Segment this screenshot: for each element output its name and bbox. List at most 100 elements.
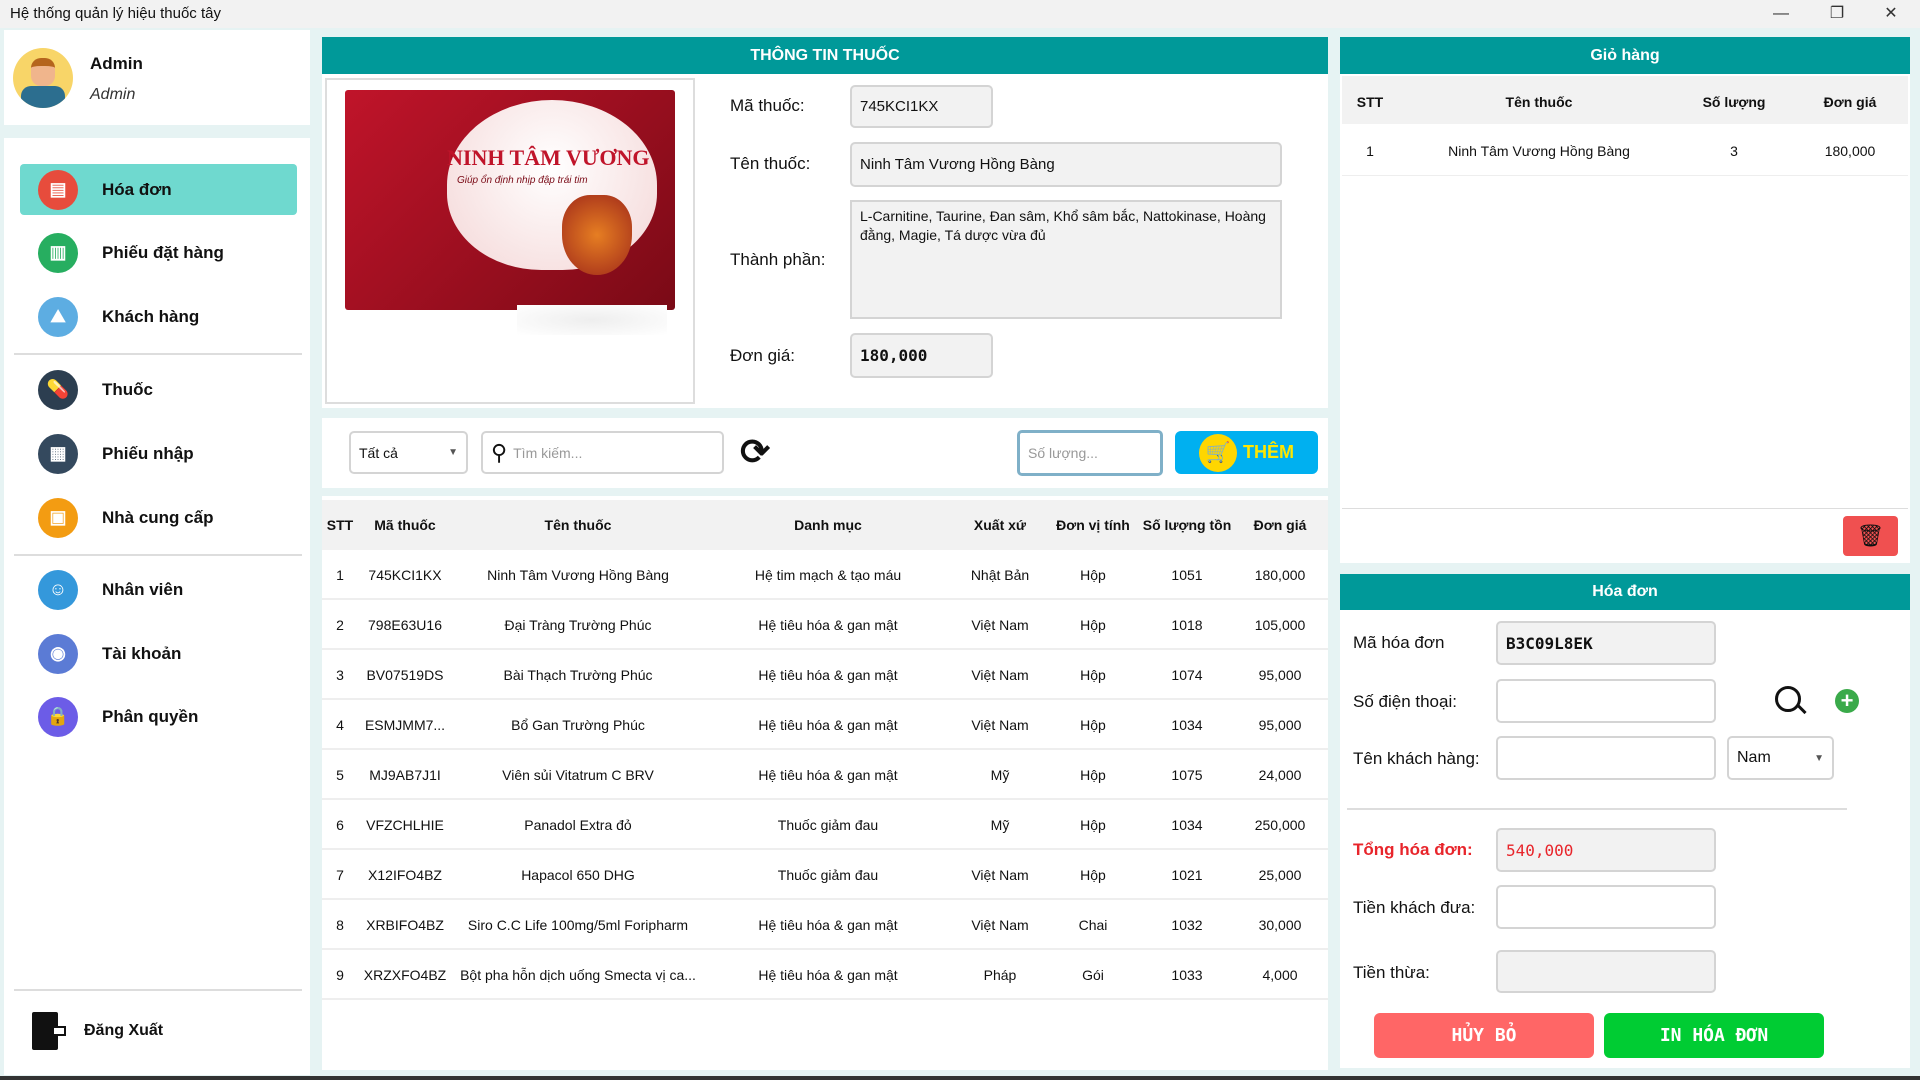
logout-button[interactable]: Đăng Xuất: [32, 1012, 163, 1050]
avatar: [13, 48, 73, 108]
table-cell: 25,000: [1258, 867, 1302, 883]
table-cell: Ninh Tâm Vương Hồng Bàng: [487, 567, 669, 583]
sidebar-item-label: Khách hàng: [102, 306, 200, 326]
sidebar-item[interactable]: 💊 Thuốc: [20, 364, 297, 415]
change-field[interactable]: [1496, 950, 1716, 993]
table-cell: Hộp: [1080, 817, 1106, 833]
user-name: Admin: [90, 54, 143, 73]
sidebar-item-label: Hóa đơn: [102, 179, 172, 199]
chevron-down-icon: ▼: [448, 447, 458, 458]
table-cell: Chai: [1078, 917, 1108, 933]
sidebar-item[interactable]: ⛰ Khách hàng: [20, 291, 297, 342]
table-cell: 1033: [1171, 967, 1203, 983]
phone-input[interactable]: [1496, 679, 1716, 723]
column-header[interactable]: Danh mục: [794, 517, 862, 533]
search-customer-icon[interactable]: [1775, 686, 1807, 715]
table-cell: 4: [336, 717, 344, 733]
invoice-header: Hóa đơn: [1340, 574, 1910, 610]
cart-column-header[interactable]: Đơn giá: [1824, 94, 1877, 110]
import-form-icon: ▦: [38, 433, 78, 474]
logout-icon: [32, 1012, 66, 1050]
table-cell: Việt Nam: [971, 667, 1029, 683]
column-header[interactable]: Đơn giá: [1254, 517, 1307, 533]
refresh-icon[interactable]: ⟳: [740, 432, 770, 472]
sidebar-item[interactable]: 🔒 Phân quyền: [20, 691, 297, 742]
sidebar-item[interactable]: ▥ Phiếu đặt hàng: [20, 227, 297, 278]
add-customer-icon[interactable]: +: [1835, 689, 1859, 713]
table-cell: MJ9AB7J1I: [369, 767, 441, 783]
drug-info-header: THÔNG TIN THUỐC: [322, 37, 1328, 74]
cart-column-header[interactable]: Tên thuốc: [1506, 94, 1573, 110]
drug-name-field[interactable]: Ninh Tâm Vương Hồng Bàng: [850, 142, 1282, 187]
sidebar-item[interactable]: ☺ Nhân viên: [20, 564, 297, 615]
table-cell: 1051: [1171, 567, 1203, 583]
table-cell: Nhật Bản: [970, 567, 1030, 583]
column-header[interactable]: Số lượng tồn: [1143, 517, 1232, 533]
table-cell: Hộp: [1080, 667, 1106, 683]
sidebar-item[interactable]: ◉ Tài khoản: [20, 628, 297, 679]
drug-code-field[interactable]: 745KCI1KX: [850, 85, 993, 128]
user-role: Admin: [90, 86, 136, 103]
quantity-input[interactable]: Số lượng...: [1017, 430, 1163, 476]
window-title: Hệ thống quản lý hiệu thuốc tây: [10, 5, 221, 22]
table-cell: 180,000: [1254, 567, 1306, 583]
total-field[interactable]: 540,000: [1496, 828, 1716, 872]
gender-select[interactable]: Nam ▼: [1727, 736, 1834, 780]
cart-column-header[interactable]: STT: [1357, 94, 1383, 110]
sidebar-item[interactable]: ▦ Phiếu nhập: [20, 428, 297, 479]
search-icon: ⚲: [491, 439, 508, 465]
close-button[interactable]: ✕: [1868, 0, 1914, 28]
table-cell: Thuốc giảm đau: [777, 817, 879, 833]
search-input[interactable]: ⚲ Tìm kiếm...: [481, 431, 724, 474]
sidebar-item[interactable]: ▣ Nhà cung cấp: [20, 492, 297, 543]
column-header[interactable]: Xuất xứ: [974, 517, 1026, 533]
restore-button[interactable]: ❐: [1814, 0, 1860, 28]
table-cell: Việt Nam: [971, 917, 1029, 933]
sidebar-item[interactable]: ▤ Hóa đơn: [20, 164, 297, 215]
table-cell: 1021: [1171, 867, 1203, 883]
table-cell: 1074: [1171, 667, 1203, 683]
profile-card: Admin Admin: [4, 30, 310, 125]
sidebar-item-label: Phiếu đặt hàng: [102, 242, 224, 262]
column-header[interactable]: STT: [327, 517, 353, 533]
table-cell: 798E63U16: [368, 617, 442, 633]
table-cell: Pháp: [983, 967, 1017, 983]
total-label: Tổng hóa đơn:: [1353, 840, 1473, 859]
divider: [14, 353, 302, 355]
table-cell: Bài Thạch Trường Phúc: [503, 667, 653, 683]
table-cell: Hộp: [1080, 867, 1106, 883]
customer-label: Tên khách hàng:: [1353, 749, 1480, 768]
cart-cell: 3: [1730, 143, 1738, 159]
cancel-button[interactable]: HỦY BỎ: [1374, 1013, 1594, 1058]
order-form-icon: ▥: [38, 232, 78, 273]
divider: [14, 554, 302, 556]
table-cell: Hệ tim mạch & tạo máu: [754, 567, 902, 583]
table-cell: Hệ tiêu hóa & gan mật: [758, 717, 898, 733]
table-cell: XRBIFO4BZ: [366, 917, 444, 933]
table-cell: Hapacol 650 DHG: [521, 867, 635, 883]
price-field[interactable]: 180,000: [850, 333, 993, 378]
column-header[interactable]: Mã thuốc: [374, 517, 435, 533]
cart-cell: 180,000: [1824, 143, 1876, 159]
sidebar-item-label: Nhân viên: [102, 579, 184, 599]
print-invoice-button[interactable]: IN HÓA ĐƠN: [1604, 1013, 1824, 1058]
table-cell: Đại Tràng Trường Phúc: [504, 617, 652, 633]
column-header[interactable]: Tên thuốc: [545, 517, 612, 533]
paid-input[interactable]: [1496, 885, 1716, 929]
account-icon: ◉: [38, 633, 78, 674]
table-cell: Mỹ: [990, 817, 1010, 833]
cart-column-header[interactable]: Số lượng: [1703, 94, 1766, 110]
table-cell: Việt Nam: [971, 867, 1029, 883]
minimize-button[interactable]: —: [1758, 0, 1804, 28]
customer-name-input[interactable]: [1496, 736, 1716, 780]
column-header[interactable]: Đơn vị tính: [1056, 517, 1130, 533]
table-cell: ESMJMM7...: [364, 717, 446, 733]
delete-cart-item-button[interactable]: 🗑: [1843, 516, 1898, 556]
table-cell: Gói: [1082, 967, 1104, 983]
table-cell: Bổ Gan Trường Phúc: [511, 717, 645, 733]
add-button[interactable]: 🛒 THÊM: [1175, 431, 1318, 474]
category-select[interactable]: Tất cả ▼: [349, 431, 468, 474]
ingredients-textarea[interactable]: L-Carnitine, Taurine, Đan sâm, Khổ sâm b…: [850, 200, 1282, 319]
invoice-code-field[interactable]: B3C09L8EK: [1496, 621, 1716, 665]
table-cell: Siro C.C Life 100mg/5ml Foripharm: [467, 917, 689, 933]
